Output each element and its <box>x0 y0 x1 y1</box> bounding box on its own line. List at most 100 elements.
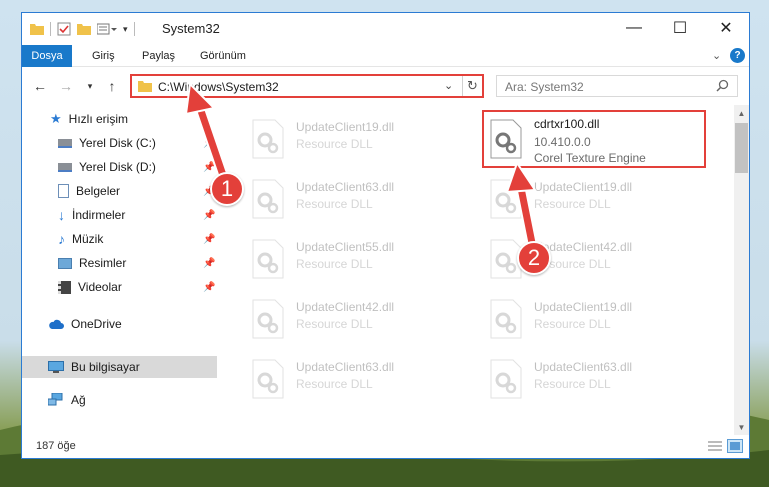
sidebar-item-label: OneDrive <box>71 317 122 331</box>
file-name: UpdateClient63.dll <box>534 360 633 374</box>
file-item[interactable]: UpdateClient19.dll Resource DLL <box>482 293 702 345</box>
scrollbar-thumb[interactable] <box>735 123 748 173</box>
scroll-up-icon[interactable]: ▲ <box>734 105 749 121</box>
view-toggle <box>707 439 743 453</box>
file-type: Resource DLL <box>534 377 611 391</box>
address-dropdown-icon[interactable]: ⌄ <box>444 79 453 92</box>
sidebar-item-label: İndirmeler <box>72 208 126 222</box>
pin-icon[interactable]: 📌 <box>203 258 215 269</box>
dll-file-icon <box>490 299 522 339</box>
minimize-button[interactable]: — <box>611 13 657 43</box>
pin-icon[interactable]: 📌 <box>203 162 215 173</box>
view-options-icon[interactable] <box>97 23 117 35</box>
star-icon: ★ <box>50 111 62 126</box>
network-icon <box>48 393 63 406</box>
window-title: System32 <box>162 21 220 36</box>
refresh-icon[interactable]: ↻ <box>462 76 482 96</box>
file-type: Resource DLL <box>296 257 373 271</box>
file-name: UpdateClient19.dll <box>296 120 395 134</box>
file-item[interactable]: UpdateClient42.dll Resource DLL <box>244 293 464 345</box>
arrow-left-icon: ← <box>33 78 47 94</box>
maximize-button[interactable]: ☐ <box>657 13 703 43</box>
file-item[interactable]: UpdateClient63.dll Resource DLL <box>244 353 464 405</box>
search-icon[interactable] <box>716 79 729 92</box>
sidebar-item-network[interactable]: Ağ <box>48 389 86 411</box>
sidebar-item-disk-c[interactable]: Yerel Disk (C:) <box>58 132 156 154</box>
address-bar[interactable]: C:\Windows\System32 ⌄ ↻ <box>130 74 484 98</box>
documents-icon <box>58 184 69 198</box>
sidebar-item-quick-access[interactable]: ★ Hızlı erişim <box>50 108 128 130</box>
properties-icon[interactable] <box>57 22 71 36</box>
qat-dropdown-icon[interactable]: ▾ <box>123 24 128 35</box>
explorer-window: ▾ System32 — ☐ ✕ Dosya Giriş Paylaş Görü… <box>21 12 750 459</box>
sidebar-item-label: Videolar <box>78 280 122 294</box>
up-button[interactable]: ↑ <box>102 75 122 97</box>
back-button[interactable]: ← <box>30 75 50 97</box>
pin-icon[interactable]: 📌 <box>203 210 215 221</box>
search-placeholder: Ara: System32 <box>505 80 584 94</box>
file-type: Resource DLL <box>296 317 373 331</box>
sidebar-item-documents[interactable]: Belgeler <box>58 180 120 202</box>
forward-button[interactable]: → <box>56 75 76 97</box>
file-item[interactable]: UpdateClient19.dll Resource DLL <box>482 173 702 225</box>
file-item[interactable]: UpdateClient42.dll Resource DLL <box>482 233 702 285</box>
dll-file-icon <box>490 359 522 399</box>
vertical-scrollbar[interactable]: ▲ ▼ <box>734 105 749 435</box>
recent-locations-button[interactable]: ▾ <box>80 75 100 97</box>
pin-icon[interactable]: 📌 <box>203 282 215 293</box>
file-item[interactable]: UpdateClient63.dll Resource DLL <box>244 173 464 225</box>
scroll-down-icon[interactable]: ▼ <box>734 419 749 435</box>
arrow-right-icon: → <box>59 78 73 94</box>
sidebar-item-downloads[interactable]: ↓ İndirmeler <box>58 204 125 226</box>
drive-icon <box>58 138 72 148</box>
sidebar-item-disk-d[interactable]: Yerel Disk (D:) <box>58 156 156 178</box>
details-view-icon[interactable] <box>707 439 723 453</box>
tiles-view-icon[interactable] <box>727 439 743 453</box>
file-name: UpdateClient63.dll <box>296 180 395 194</box>
search-box[interactable]: Ara: System32 <box>496 75 738 97</box>
cloud-icon <box>49 319 64 329</box>
file-type: Resource DLL <box>534 317 611 331</box>
sidebar-item-music[interactable]: ♪ Müzik <box>58 228 103 250</box>
file-list: UpdateClient19.dll Resource DLL UpdateCl… <box>218 105 734 435</box>
download-icon: ↓ <box>58 207 65 223</box>
step-badge-1: 1 <box>210 172 244 206</box>
chevron-down-icon[interactable]: ⌄ <box>712 49 721 62</box>
sidebar-item-this-pc[interactable]: Bu bilgisayar <box>22 356 217 378</box>
sidebar-item-label: Bu bilgisayar <box>71 360 140 374</box>
item-count: 187 öğe <box>36 440 76 452</box>
pin-icon[interactable]: 📌 <box>203 234 215 245</box>
file-item[interactable]: UpdateClient55.dll Resource DLL <box>244 233 464 285</box>
sidebar-item-onedrive[interactable]: OneDrive <box>48 313 122 335</box>
sidebar-item-label: Belgeler <box>76 184 121 198</box>
sidebar-item-label: Yerel Disk (C:) <box>79 136 156 150</box>
file-item[interactable]: UpdateClient63.dll Resource DLL <box>482 353 702 405</box>
address-path[interactable]: C:\Windows\System32 <box>158 80 279 94</box>
pin-icon[interactable]: 📌 <box>203 138 215 149</box>
pictures-icon <box>58 257 72 269</box>
help-icon[interactable]: ? <box>730 48 745 63</box>
file-name: UpdateClient19.dll <box>534 300 633 314</box>
tab-view[interactable]: Görünüm <box>190 45 256 67</box>
folder-icon <box>30 24 44 35</box>
file-name: UpdateClient55.dll <box>296 240 395 254</box>
new-folder-icon[interactable] <box>77 23 91 35</box>
folder-icon <box>138 81 152 92</box>
file-item[interactable]: UpdateClient19.dll Resource DLL <box>244 113 464 165</box>
dll-file-icon <box>252 179 284 219</box>
tab-file[interactable]: Dosya <box>22 45 72 67</box>
close-button[interactable]: ✕ <box>703 13 749 43</box>
sidebar-item-pictures[interactable]: Resimler <box>58 252 126 274</box>
tab-home[interactable]: Giriş <box>82 45 125 67</box>
sidebar-item-videos[interactable]: Videolar <box>58 276 122 298</box>
ribbon-tabs: Dosya Giriş Paylaş Görünüm ⌄ ? <box>22 45 749 67</box>
file-name: UpdateClient42.dll <box>296 300 395 314</box>
sidebar-item-label: Müzik <box>72 232 104 246</box>
dll-file-icon <box>252 359 284 399</box>
maximize-icon: ☐ <box>672 20 688 37</box>
sidebar-item-label: Ağ <box>71 393 86 407</box>
status-bar: 187 öğe <box>22 435 749 458</box>
tab-share[interactable]: Paylaş <box>132 45 185 67</box>
toolbar-separator <box>133 22 135 36</box>
music-icon: ♪ <box>58 231 65 247</box>
